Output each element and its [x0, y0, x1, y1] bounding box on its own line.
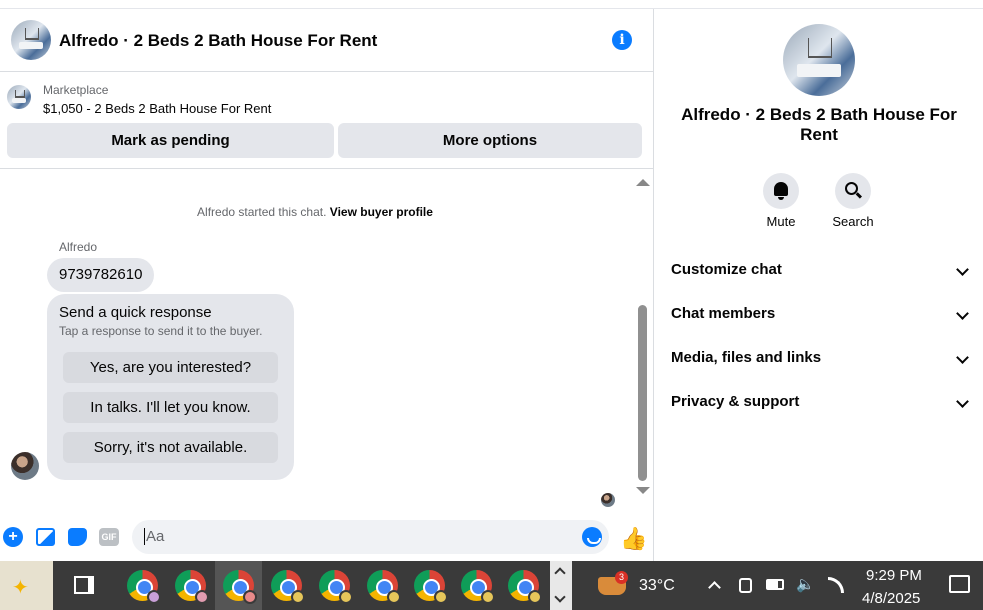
notification-icon[interactable] — [949, 575, 970, 593]
buyer-avatar[interactable] — [11, 452, 39, 480]
marketplace-label: Marketplace — [43, 83, 109, 97]
quick-response-unavailable[interactable]: Sorry, it's not available. — [63, 432, 278, 463]
profile-badge-icon — [147, 590, 161, 604]
chat-members-label: Chat members — [671, 305, 776, 322]
sender-name: Alfredo — [59, 240, 98, 254]
profile-badge-icon — [434, 590, 448, 604]
weather-temp[interactable]: 33°C — [639, 577, 675, 595]
chevron-up-icon[interactable] — [708, 581, 721, 594]
sparkle-icon: ✦ — [12, 577, 29, 599]
chrome-icon[interactable] — [461, 570, 495, 604]
widgets-button[interactable]: ✦ — [0, 561, 53, 610]
chrome-icon[interactable] — [367, 570, 401, 604]
task-view-icon[interactable] — [74, 576, 94, 594]
profile-badge-icon — [339, 590, 353, 604]
windows-taskbar: ✦ 3 33°C 🔈 9:29 PM 4/8/2025 — [0, 561, 983, 610]
marketplace-banner: Marketplace $1,050 - 2 Beds 2 Bath House… — [0, 72, 654, 169]
chrome-icon[interactable] — [414, 570, 448, 604]
bell-icon[interactable] — [763, 173, 799, 209]
chrome-icon[interactable] — [508, 570, 542, 604]
chevron-up-icon[interactable] — [554, 567, 566, 579]
profile-badge-icon — [481, 590, 495, 604]
message-input[interactable]: Aa — [132, 520, 609, 554]
chevron-down-icon[interactable] — [554, 591, 566, 603]
chrome-icon[interactable] — [319, 570, 353, 604]
chat-title[interactable]: Alfredo · 2 Beds 2 Bath House For Rent — [59, 31, 377, 51]
view-buyer-profile-link[interactable]: View buyer profile — [330, 205, 433, 219]
search-label: Search — [832, 214, 874, 229]
message-placeholder: Aa — [144, 528, 165, 545]
customize-chat-label: Customize chat — [671, 261, 782, 278]
emoji-icon[interactable] — [582, 527, 602, 547]
scroll-thumb[interactable] — [638, 305, 647, 481]
chrome-icon[interactable] — [127, 570, 161, 604]
taskbar-scroll-control[interactable] — [550, 561, 572, 610]
media-files-label: Media, files and links — [671, 349, 822, 366]
mute-action[interactable]: Mute — [751, 173, 811, 229]
privacy-support-label: Privacy & support — [671, 393, 800, 410]
system-message-text: Alfredo started this chat. — [197, 205, 327, 219]
weather-badge: 3 — [615, 571, 628, 584]
listing-avatar[interactable] — [11, 20, 51, 60]
chrome-icon[interactable] — [271, 570, 305, 604]
chevron-down-icon — [956, 351, 969, 364]
listing-price[interactable]: $1,050 - 2 Beds 2 Bath House For Rent — [43, 101, 271, 116]
quick-response-subtitle: Tap a response to send it to the buyer. — [59, 324, 263, 338]
message-list: Alfredo started this chat. View buyer pr… — [0, 170, 654, 512]
wifi-icon[interactable] — [828, 577, 844, 593]
profile-badge-icon — [291, 590, 305, 604]
profile-badge-icon — [528, 590, 542, 604]
volume-icon[interactable]: 🔈 — [796, 575, 815, 593]
plus-icon[interactable]: + — [3, 527, 23, 547]
message-scrollbar[interactable] — [636, 179, 650, 509]
chat-panel: Alfredo · 2 Beds 2 Bath House For Rent i… — [0, 9, 654, 561]
chevron-down-icon — [956, 395, 969, 408]
sticker-icon[interactable] — [68, 528, 87, 546]
scroll-up-arrow[interactable] — [636, 179, 650, 186]
listing-thumbnail[interactable] — [7, 85, 31, 109]
composer-bar: + GIF Aa 👍 — [0, 514, 654, 559]
sidebar-avatar[interactable] — [783, 24, 855, 96]
chevron-down-icon — [956, 263, 969, 276]
like-icon[interactable]: 👍 — [620, 526, 647, 552]
quick-response-card: Send a quick response Tap a response to … — [47, 294, 294, 480]
chat-header: Alfredo · 2 Beds 2 Bath House For Rent i — [0, 9, 654, 72]
chevron-down-icon — [956, 307, 969, 320]
customize-chat-row[interactable]: Customize chat — [671, 261, 969, 285]
info-icon[interactable]: i — [612, 30, 632, 50]
quick-response-yes[interactable]: Yes, are you interested? — [63, 352, 278, 383]
profile-badge-icon — [195, 590, 209, 604]
media-files-row[interactable]: Media, files and links — [671, 349, 969, 373]
privacy-support-row[interactable]: Privacy & support — [671, 393, 969, 417]
system-message: Alfredo started this chat. View buyer pr… — [0, 205, 630, 219]
profile-badge-icon — [243, 590, 257, 604]
seen-receipt-avatar — [601, 493, 615, 507]
scroll-down-arrow[interactable] — [636, 487, 650, 494]
quick-response-talks[interactable]: In talks. I'll let you know. — [63, 392, 278, 423]
clock-time[interactable]: 9:29 PM — [866, 567, 922, 584]
top-strip — [0, 0, 983, 9]
camera-icon[interactable] — [739, 578, 752, 593]
mute-label: Mute — [766, 214, 796, 229]
more-options-button[interactable]: More options — [338, 123, 642, 158]
clock-date[interactable]: 4/8/2025 — [862, 590, 920, 607]
message-bubble[interactable]: 9739782610 — [47, 258, 155, 292]
details-sidebar: Alfredo · 2 Beds 2 Bath House For Rent M… — [655, 9, 983, 561]
image-icon[interactable] — [36, 528, 55, 546]
battery-icon[interactable] — [766, 579, 784, 590]
chrome-icon[interactable] — [223, 570, 257, 604]
mark-pending-button[interactable]: Mark as pending — [7, 123, 334, 158]
gif-icon[interactable]: GIF — [99, 528, 119, 546]
search-action[interactable]: Search — [823, 173, 883, 229]
quick-response-title: Send a quick response — [59, 304, 212, 321]
profile-badge-icon — [387, 590, 401, 604]
chrome-icon[interactable] — [175, 570, 209, 604]
search-icon[interactable] — [835, 173, 871, 209]
chat-members-row[interactable]: Chat members — [671, 305, 969, 329]
sidebar-title: Alfredo · 2 Beds 2 Bath House For Rent — [681, 105, 957, 144]
